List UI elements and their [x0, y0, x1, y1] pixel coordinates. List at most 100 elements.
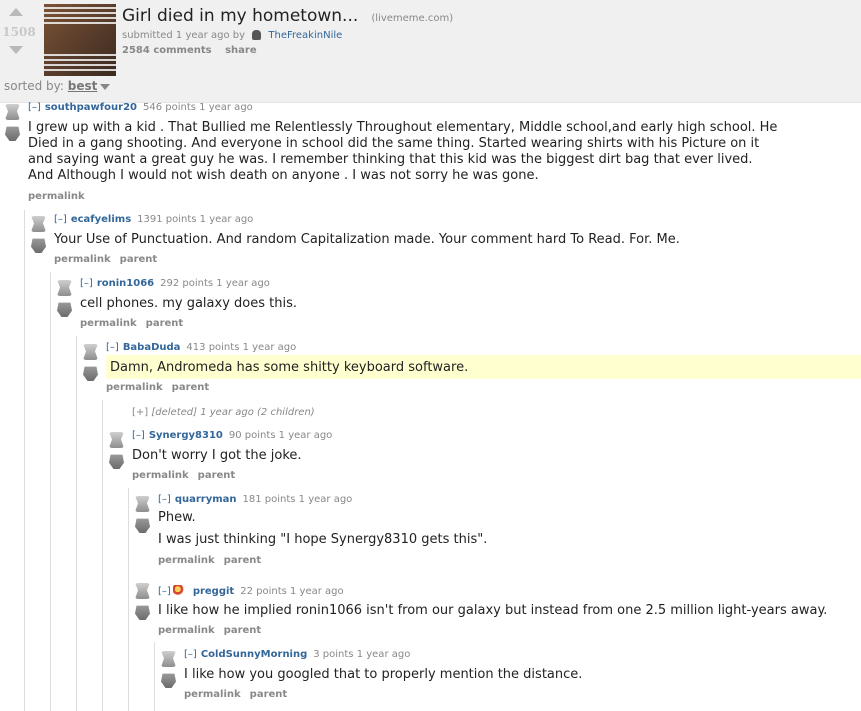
comment-body: I like how you googled that to properly …	[184, 667, 583, 682]
downvote-icon[interactable]	[161, 673, 176, 688]
comment-body: Your Use of Punctuation. And random Capi…	[54, 232, 680, 247]
expand-toggle[interactable]: [+]	[132, 407, 148, 418]
collapse-toggle[interactable]: [–]	[158, 586, 171, 597]
parent-link[interactable]: parent	[120, 254, 158, 265]
user-flair-icon	[252, 30, 262, 40]
upvote-arrow-icon[interactable]	[9, 8, 23, 16]
post-domain[interactable]: (livememe.com)	[371, 13, 453, 24]
comment-actions: permalink parent	[184, 689, 296, 700]
submitted-text: submitted 1 year ago by	[122, 30, 246, 41]
comment-points: 1391 points 1 year ago	[137, 214, 254, 225]
downvote-icon[interactable]	[83, 366, 98, 381]
chevron-down-icon[interactable]	[100, 83, 111, 90]
parent-link[interactable]: parent	[224, 555, 262, 566]
parent-link[interactable]: parent	[146, 318, 184, 329]
post-author[interactable]: TheFreakinNile	[268, 30, 342, 41]
permalink-link[interactable]: permalink	[184, 689, 241, 700]
permalink-link[interactable]: permalink	[28, 191, 85, 202]
collapse-toggle[interactable]: [–]	[80, 278, 93, 289]
comment-author[interactable]: quarryman	[175, 494, 237, 505]
upvote-icon[interactable]	[57, 280, 72, 296]
deleted-comment: [+] [deleted] 1 year ago (2 children)	[132, 407, 315, 418]
comment-header: [–] BabaDuda 413 points 1 year ago	[106, 342, 296, 353]
post-buttons: 2584 comments share	[122, 45, 267, 56]
comment-points: 292 points 1 year ago	[160, 278, 270, 289]
collapse-toggle[interactable]: [–]	[132, 430, 145, 441]
thread-rail[interactable]	[154, 642, 155, 711]
sort-label: sorted by:	[4, 79, 64, 93]
comment-body: Phew. I was just thinking "I hope Synerg…	[158, 510, 488, 547]
comment-actions: permalink parent	[132, 470, 244, 481]
thread-rail[interactable]	[102, 400, 103, 711]
thread-rail[interactable]	[76, 336, 77, 711]
permalink-link[interactable]: permalink	[158, 625, 215, 636]
comment-author[interactable]: preggit	[193, 586, 234, 597]
comment-header: [–] ColdSunnyMorning 3 points 1 year ago	[184, 649, 410, 660]
comment-points: 3 points 1 year ago	[313, 649, 411, 660]
post-thumbnail[interactable]	[44, 4, 116, 76]
downvote-arrow-icon[interactable]	[9, 46, 23, 54]
comment-author[interactable]: Synergy8310	[149, 430, 223, 441]
parent-link[interactable]: parent	[250, 689, 288, 700]
collapse-toggle[interactable]: [–]	[28, 102, 41, 113]
comment-actions: permalink parent	[158, 625, 270, 636]
comment-header: [–] southpawfour20 546 points 1 year ago	[28, 102, 253, 113]
permalink-link[interactable]: permalink	[158, 555, 215, 566]
downvote-icon[interactable]	[135, 518, 150, 533]
comment-author[interactable]: ColdSunnyMorning	[201, 649, 307, 660]
post-title[interactable]: Girl died in my hometown...	[122, 6, 358, 26]
permalink-link[interactable]: permalink	[106, 382, 163, 393]
upvote-icon[interactable]	[135, 496, 150, 512]
downvote-icon[interactable]	[5, 126, 20, 141]
comment-header: [–] ecafyelims 1391 points 1 year ago	[54, 214, 253, 225]
collapse-toggle[interactable]: [–]	[184, 649, 197, 660]
comment-actions: permalink parent	[106, 382, 218, 393]
comment-header: [–] Synergy8310 90 points 1 year ago	[132, 430, 332, 441]
comment-author[interactable]: southpawfour20	[45, 102, 137, 113]
comments-link[interactable]: 2584 comments	[122, 45, 212, 56]
post-title-line: Girl died in my hometown... (livememe.co…	[122, 6, 453, 26]
permalink-link[interactable]: permalink	[132, 470, 189, 481]
comment-header: [–] quarryman 181 points 1 year ago	[158, 494, 352, 505]
comment-body: cell phones. my galaxy does this.	[80, 296, 297, 311]
comment-body: Damn, Andromeda has some shitty keyboard…	[110, 360, 469, 375]
comment-author[interactable]: ecafyelims	[71, 214, 131, 225]
upvote-icon[interactable]	[31, 216, 46, 232]
comment-body: I like how he implied ronin1066 isn't fr…	[158, 603, 828, 618]
comment-actions: permalink parent	[80, 318, 192, 329]
downvote-icon[interactable]	[135, 605, 150, 620]
collapse-toggle[interactable]: [–]	[106, 342, 119, 353]
permalink-link[interactable]: permalink	[54, 254, 111, 265]
parent-link[interactable]: parent	[198, 470, 236, 481]
downvote-icon[interactable]	[31, 238, 46, 253]
share-link[interactable]: share	[225, 45, 257, 56]
upvote-icon[interactable]	[109, 432, 124, 448]
comment-points: 181 points 1 year ago	[242, 494, 353, 505]
comment-actions: permalink parent	[158, 555, 270, 566]
post-tagline: submitted 1 year ago by TheFreakinNile	[122, 30, 342, 41]
post-header: 1508 Girl died in my hometown... (liveme…	[0, 0, 861, 103]
sort-dropdown[interactable]: best	[68, 79, 98, 93]
collapse-toggle[interactable]: [–]	[158, 494, 171, 505]
permalink-link[interactable]: permalink	[80, 318, 137, 329]
collapse-toggle[interactable]: [–]	[54, 214, 67, 225]
post-score: 1508	[2, 25, 36, 39]
downvote-icon[interactable]	[57, 302, 72, 317]
thread-rail[interactable]	[128, 488, 129, 711]
comment-points: 90 points 1 year ago	[228, 430, 333, 441]
upvote-icon[interactable]	[83, 344, 98, 360]
comment-points: 546 points 1 year ago	[143, 102, 253, 113]
user-flair-icon	[172, 585, 185, 597]
parent-link[interactable]: parent	[224, 625, 262, 636]
comment-author[interactable]: BabaDuda	[123, 342, 181, 353]
upvote-icon[interactable]	[135, 583, 150, 599]
comment-author[interactable]: ronin1066	[97, 278, 154, 289]
thread-rail[interactable]	[50, 272, 51, 711]
upvote-icon[interactable]	[5, 104, 20, 120]
comment-actions: permalink parent	[54, 254, 166, 265]
parent-link[interactable]: parent	[172, 382, 210, 393]
upvote-icon[interactable]	[161, 651, 176, 667]
thread-rail[interactable]	[24, 210, 25, 711]
comment-body: I grew up with a kid . That Bullied me R…	[28, 120, 778, 183]
downvote-icon[interactable]	[109, 454, 124, 469]
